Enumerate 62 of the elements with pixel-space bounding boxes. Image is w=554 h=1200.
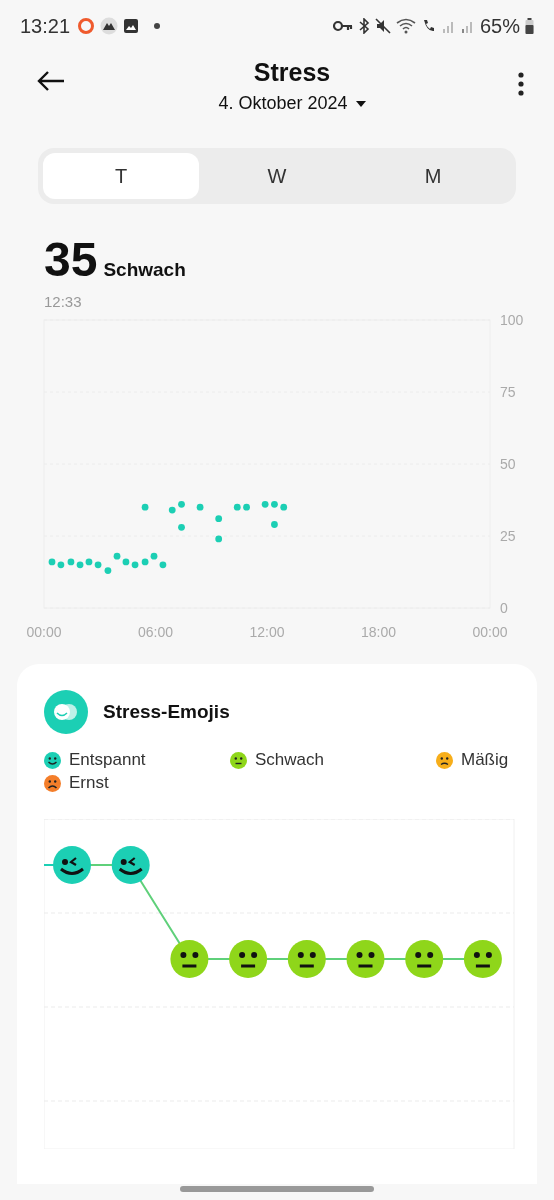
data-point [178,500,185,508]
data-point [104,567,112,574]
image-icon [123,18,140,34]
x-tick-label: 12:00 [249,624,285,640]
emoji-face-icon [170,940,209,978]
legend-label: Mäßig [461,750,509,770]
x-tick-label: 00:00 [472,624,508,640]
battery-icon [525,18,534,34]
stress-value: 35 [44,232,98,287]
reading-time: 12:33 [43,292,83,310]
period-tab[interactable]: T [43,153,199,199]
emoji-faces-icon [44,690,88,734]
data-point [178,523,185,531]
y-tick-label: 100 [500,314,524,328]
data-point [141,503,149,511]
caret-icon [355,100,366,107]
emoji-face-icon [287,940,326,978]
signal-icon [460,19,475,33]
key-icon [332,20,353,32]
date-dropdown[interactable]: 4. Oktober 2024 [218,91,366,116]
data-point [233,503,241,511]
mute-icon [374,18,391,34]
data-point [243,503,250,511]
y-tick-label: 75 [500,384,516,400]
x-tick-label: 00:00 [26,624,62,640]
wifi-icon [395,18,416,34]
stress-level-label: Schwach [103,259,186,281]
data-point [196,503,204,511]
more-options-icon[interactable] [518,72,524,96]
emoji-face-icon [53,846,91,884]
battery-percent: 65% [479,14,520,38]
ring-icon [77,17,96,35]
data-point [261,500,269,508]
y-tick-label: 0 [500,600,508,616]
data-point [168,506,176,514]
back-arrow-icon[interactable] [36,70,66,92]
legend-label: Ernst [69,773,109,793]
period-tab[interactable]: W [199,153,355,199]
emoji-face-icon [111,846,150,884]
bluetooth-icon [357,18,370,34]
dot-icon [154,23,161,29]
legend-label: Schwach [255,750,324,770]
data-point [280,503,288,511]
mountain-icon [100,17,119,35]
data-point [271,500,278,508]
emoji-face-icon [346,940,385,978]
page-title: Stress [253,58,331,87]
y-tick-label: 50 [500,456,516,472]
data-point [215,535,223,543]
data-point [271,521,278,528]
card-title: Stress-Emojis [103,701,230,723]
emoji-face-icon [405,940,444,978]
period-tab[interactable]: M [355,153,511,199]
legend-label: Entspannt [69,750,146,770]
emoji-face-icon [463,940,502,978]
data-point [215,515,223,523]
x-tick-label: 18:00 [361,624,396,640]
x-tick-label: 06:00 [138,624,173,640]
signal-icon [441,19,456,33]
y-tick-label: 25 [500,528,516,544]
emoji-face-icon [229,940,268,978]
status-time: 13:21 [20,14,71,38]
